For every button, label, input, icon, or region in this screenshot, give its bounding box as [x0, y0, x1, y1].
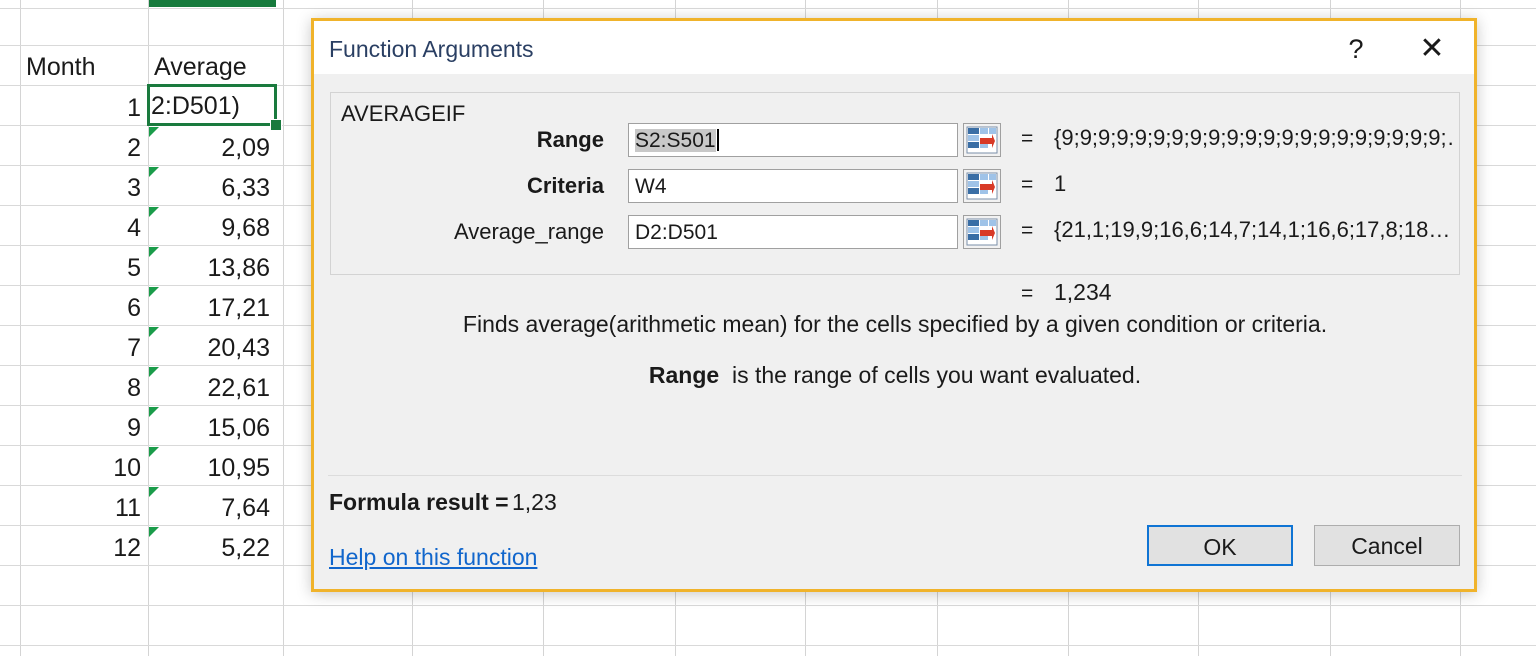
divider — [328, 475, 1462, 476]
help-on-this-function-link[interactable]: Help on this function — [329, 544, 537, 571]
cell-average[interactable]: 9,68 — [155, 216, 270, 241]
cell-average[interactable]: 6,33 — [155, 176, 270, 201]
dialog-title: Function Arguments — [329, 36, 534, 62]
range-input-value: S2:S501 — [635, 129, 716, 152]
average-range-preview-value: {21,1;19,9;16,6;14,7;14,1;16,6;17,8;18… — [1054, 217, 1451, 242]
cell-month[interactable]: 10 — [41, 456, 141, 481]
cell-average[interactable]: 7,64 — [155, 496, 270, 521]
cell-average[interactable]: 22,61 — [155, 376, 270, 401]
ok-button[interactable]: OK — [1147, 525, 1293, 566]
range-picker-glyph — [966, 126, 998, 154]
arg-label-average-range: Average_range — [453, 219, 604, 244]
range-picker-icon[interactable] — [963, 123, 1001, 157]
cell-month[interactable]: 1 — [41, 96, 141, 121]
cell-month[interactable]: 11 — [41, 496, 141, 521]
function-description: Finds average(arithmetic mean) for the c… — [462, 311, 1328, 337]
range-input[interactable]: S2:S501 — [628, 123, 958, 157]
arg-label-range: Range — [536, 127, 604, 152]
cell-month[interactable]: 9 — [41, 416, 141, 441]
average-range-input[interactable]: D2:D501 — [628, 215, 958, 249]
error-indicator-icon — [149, 167, 159, 177]
cell-average[interactable]: 5,22 — [155, 536, 270, 561]
average-range-input-value: D2:D501 — [635, 221, 718, 244]
result-preview-value: 1,234 — [1054, 279, 1112, 305]
close-icon[interactable]: ✕ — [1410, 31, 1454, 67]
formula-result-label: Formula result = — [329, 489, 509, 515]
active-cell-text: 2:D501) — [151, 92, 240, 120]
cell-average[interactable]: 15,06 — [155, 416, 270, 441]
error-indicator-icon — [149, 287, 159, 297]
error-indicator-icon — [149, 487, 159, 497]
text-caret — [716, 129, 719, 151]
cell-month[interactable]: 12 — [41, 536, 141, 561]
cell-average[interactable]: 17,21 — [155, 296, 270, 321]
error-indicator-icon — [149, 207, 159, 217]
selected-column-indicator — [149, 0, 276, 7]
cell-average[interactable]: 20,43 — [155, 336, 270, 361]
gridline-vertical — [283, 0, 284, 656]
argument-description-name: Range — [648, 362, 720, 388]
formula-result-value: 1,23 — [512, 489, 557, 515]
cell-average[interactable]: 13,86 — [155, 256, 270, 281]
cell-month[interactable]: 4 — [41, 216, 141, 241]
argument-description-text: is the range of cells you want evaluated… — [731, 362, 1142, 388]
fill-handle[interactable] — [270, 119, 282, 131]
equals-sign-criteria: = — [1021, 173, 1034, 196]
criteria-input[interactable]: W4 — [628, 169, 958, 203]
argument-description: Range is the range of cells you want eva… — [330, 362, 1460, 389]
arg-label-criteria: Criteria — [526, 173, 604, 198]
error-indicator-icon — [149, 447, 159, 457]
gridline-horizontal — [0, 645, 1536, 646]
dialog-titlebar[interactable]: Function Arguments ? ✕ — [314, 21, 1474, 74]
error-indicator-icon — [149, 247, 159, 257]
range-picker-glyph — [966, 172, 998, 200]
cell-month[interactable]: 7 — [41, 336, 141, 361]
cell-month[interactable]: 5 — [41, 256, 141, 281]
column-header-average: Average — [154, 53, 247, 81]
help-icon[interactable]: ? — [1334, 31, 1378, 67]
criteria-preview-value: 1 — [1054, 171, 1067, 196]
cell-average[interactable]: 2,09 — [155, 136, 270, 161]
cancel-button[interactable]: Cancel — [1314, 525, 1460, 566]
gridline-vertical — [20, 0, 21, 656]
equals-sign-result: = — [1021, 282, 1034, 305]
equals-sign-average-range: = — [1021, 219, 1034, 242]
cell-month[interactable]: 2 — [41, 136, 141, 161]
function-name-label: AVERAGEIF — [334, 101, 473, 127]
cell-average[interactable]: 10,95 — [155, 456, 270, 481]
cell-month[interactable]: 8 — [41, 376, 141, 401]
error-indicator-icon — [149, 327, 159, 337]
criteria-picker-icon[interactable] — [963, 169, 1001, 203]
gridline-horizontal — [0, 605, 1536, 606]
range-preview-value: {9;9;9;9;9;9;9;9;9;9;9;9;9;9;9;9;9;9;9;9… — [1054, 125, 1454, 150]
function-arguments-dialog: Function Arguments ? ✕ AVERAGEIF Range S… — [311, 18, 1477, 592]
cell-month[interactable]: 3 — [41, 176, 141, 201]
average-range-picker-icon[interactable] — [963, 215, 1001, 249]
column-header-month: Month — [26, 53, 96, 81]
gridline-horizontal — [0, 8, 1536, 9]
cell-month[interactable]: 6 — [41, 296, 141, 321]
range-picker-glyph — [966, 218, 998, 246]
error-indicator-icon — [149, 407, 159, 417]
error-indicator-icon — [149, 527, 159, 537]
error-indicator-icon — [149, 367, 159, 377]
criteria-input-value: W4 — [635, 175, 667, 198]
equals-sign-range: = — [1021, 127, 1034, 150]
error-indicator-icon — [149, 127, 159, 137]
